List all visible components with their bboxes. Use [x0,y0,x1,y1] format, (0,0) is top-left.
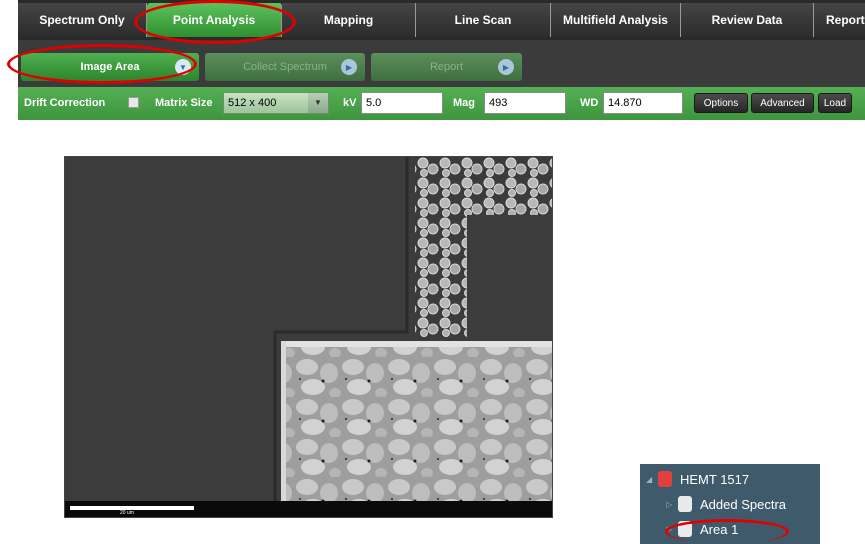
matrix-size-value: 512 x 400 [228,97,277,109]
drift-correction-checkbox[interactable] [128,97,139,108]
acquisition-toolbar: Drift Correction Matrix Size 512 x 400 ▼… [18,87,865,120]
tab-line-scan[interactable]: Line Scan [416,3,551,37]
kv-label: kV [343,97,357,109]
tab-multifield-analysis[interactable]: Multifield Analysis [551,3,681,37]
workflow-steps: Image Area ▼ Collect Spectrum ▶ Report ▶ [21,53,522,81]
step-label: Image Area [80,61,140,73]
wd-field[interactable]: 14.870 [603,92,683,114]
tree-node-label: HEMT 1517 [680,471,750,487]
play-icon: ▶ [341,59,357,75]
tree-node-label: Added Spectra [700,496,787,512]
wd-label: WD [580,97,599,109]
tree-node-area-1[interactable]: ▷ Area 1 [666,521,738,537]
step-label: Collect Spectrum [243,61,327,73]
workflow-step-bar: Image Area ▼ Collect Spectrum ▶ Report ▶ [18,40,865,87]
tree-node-label: Area 1 [700,521,739,537]
sem-micrograph [65,157,552,517]
main-tab-bar: Spectrum Only Point Analysis Mapping Lin… [18,0,865,40]
tab-mapping[interactable]: Mapping [282,3,416,37]
tab-point-analysis[interactable]: Point Analysis [147,3,282,37]
tab-spectrum-only[interactable]: Spectrum Only [18,3,147,37]
play-icon: ▶ [498,59,514,75]
step-report[interactable]: Report ▶ [371,53,522,81]
step-collect-spectrum[interactable]: Collect Spectrum ▶ [205,53,365,81]
expand-triangle-icon[interactable]: ▷ [666,525,678,534]
advanced-button[interactable]: Advanced [751,93,814,113]
expand-triangle-icon[interactable]: ▷ [666,500,678,509]
step-image-area[interactable]: Image Area ▼ [21,53,199,81]
drift-correction-label: Drift Correction [24,97,106,109]
tab-review-data[interactable]: Review Data [681,3,814,37]
area-icon [678,521,692,537]
matrix-size-select[interactable]: 512 x 400 ▼ [223,92,329,114]
sem-image[interactable]: 20 um [64,156,553,518]
chevron-down-icon[interactable]: ▼ [308,93,328,113]
tab-report[interactable]: Report [814,3,865,37]
mag-label: Mag [453,97,475,109]
spectra-folder-icon [678,496,692,512]
collapse-triangle-icon[interactable]: ◢ [646,475,658,484]
tree-node-added-spectra[interactable]: ▷ Added Spectra [666,496,786,512]
step-label: Report [429,61,464,73]
project-icon [658,471,672,487]
project-tree: ◢ HEMT 1517 ▷ Added Spectra ▷ Area 1 [640,464,820,544]
matrix-size-label: Matrix Size [155,97,213,109]
load-button[interactable]: Load [818,93,852,113]
tab-strip: Spectrum Only Point Analysis Mapping Lin… [18,3,865,37]
mag-field[interactable]: 493 [484,92,566,114]
kv-field[interactable]: 5.0 [361,92,443,114]
scale-label: 20 um [120,510,134,516]
options-button[interactable]: Options [694,93,748,113]
tree-node-root[interactable]: ◢ HEMT 1517 [646,471,749,487]
chevron-down-icon: ▼ [175,59,191,75]
